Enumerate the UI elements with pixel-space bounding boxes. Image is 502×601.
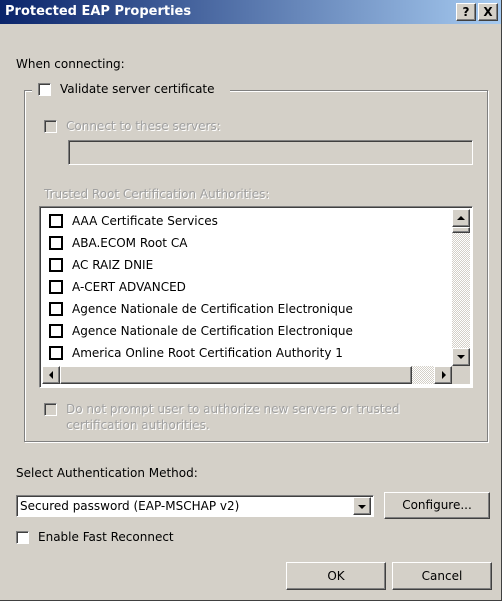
- list-item-label: AAA Certificate Services: [72, 214, 218, 228]
- scroll-down-button[interactable]: [452, 348, 470, 366]
- trusted-root-label: Trusted Root Certification Authorities:: [44, 187, 270, 201]
- list-item-label: America Online Root Certification Author…: [72, 346, 343, 360]
- protected-eap-dialog: Protected EAP Properties ? X When connec…: [0, 0, 502, 601]
- auth-method-value: Secured password (EAP-MSCHAP v2): [20, 499, 240, 513]
- help-button[interactable]: ?: [456, 3, 476, 21]
- arrow-left-icon: [49, 371, 53, 379]
- validate-cert-row[interactable]: Validate server certificate: [32, 81, 230, 99]
- fast-reconnect-label: Enable Fast Reconnect: [38, 530, 174, 544]
- auth-method-select[interactable]: Secured password (EAP-MSCHAP v2): [16, 495, 374, 517]
- configure-button[interactable]: Configure...: [384, 492, 490, 519]
- vertical-scroll-thumb[interactable]: [452, 227, 470, 233]
- arrow-right-icon: [442, 371, 446, 379]
- list-item-checkbox[interactable]: [49, 324, 63, 338]
- ok-button[interactable]: OK: [286, 562, 386, 590]
- list-item-checkbox[interactable]: [49, 346, 63, 360]
- arrow-down-icon: [457, 355, 465, 359]
- title-bar: Protected EAP Properties: [0, 0, 501, 24]
- vertical-scrollbar[interactable]: [452, 209, 470, 366]
- list-item-checkbox[interactable]: [49, 236, 63, 250]
- validate-cert-label: Validate server certificate: [60, 82, 215, 96]
- auth-method-label: Select Authentication Method:: [16, 466, 198, 480]
- dropdown-button[interactable]: [353, 497, 371, 515]
- do-not-prompt-checkbox[interactable]: [44, 403, 57, 416]
- horizontal-scroll-thumb[interactable]: [60, 366, 412, 384]
- servers-input[interactable]: [68, 140, 473, 165]
- do-not-prompt-label-line1: Do not prompt user to authorize new serv…: [66, 402, 400, 416]
- connect-servers-checkbox[interactable]: [44, 120, 57, 133]
- scroll-up-button[interactable]: [452, 209, 470, 227]
- list-item-label: AC RAIZ DNIE: [72, 258, 154, 272]
- list-item-checkbox[interactable]: [49, 258, 63, 272]
- fast-reconnect-checkbox[interactable]: [16, 531, 29, 544]
- scrollbar-corner: [452, 366, 470, 384]
- trusted-root-list[interactable]: AAA Certificate Services ABA.ECOM Root C…: [39, 206, 473, 388]
- list-item-checkbox[interactable]: [49, 214, 63, 228]
- list-item-checkbox[interactable]: [49, 280, 63, 294]
- list-item-label: Agence Nationale de Certification Electr…: [72, 324, 353, 338]
- arrow-up-icon: [457, 216, 465, 220]
- horizontal-scrollbar[interactable]: [42, 366, 452, 384]
- scroll-right-button[interactable]: [434, 366, 452, 384]
- chevron-down-icon: [358, 505, 366, 509]
- when-connecting-label: When connecting:: [16, 57, 125, 71]
- cancel-button[interactable]: Cancel: [392, 562, 492, 590]
- validate-cert-checkbox[interactable]: [38, 83, 51, 96]
- list-item-checkbox[interactable]: [49, 302, 63, 316]
- close-button[interactable]: X: [478, 3, 498, 21]
- list-item-label: Agence Nationale de Certification Electr…: [72, 302, 353, 316]
- do-not-prompt-label-line2: certification authorities.: [66, 418, 210, 432]
- scroll-left-button[interactable]: [42, 366, 60, 384]
- list-item-label: ABA.ECOM Root CA: [72, 236, 188, 250]
- connect-servers-label: Connect to these servers:: [66, 119, 221, 133]
- window-title: Protected EAP Properties: [5, 4, 192, 19]
- list-item-label: A-CERT ADVANCED: [72, 280, 186, 294]
